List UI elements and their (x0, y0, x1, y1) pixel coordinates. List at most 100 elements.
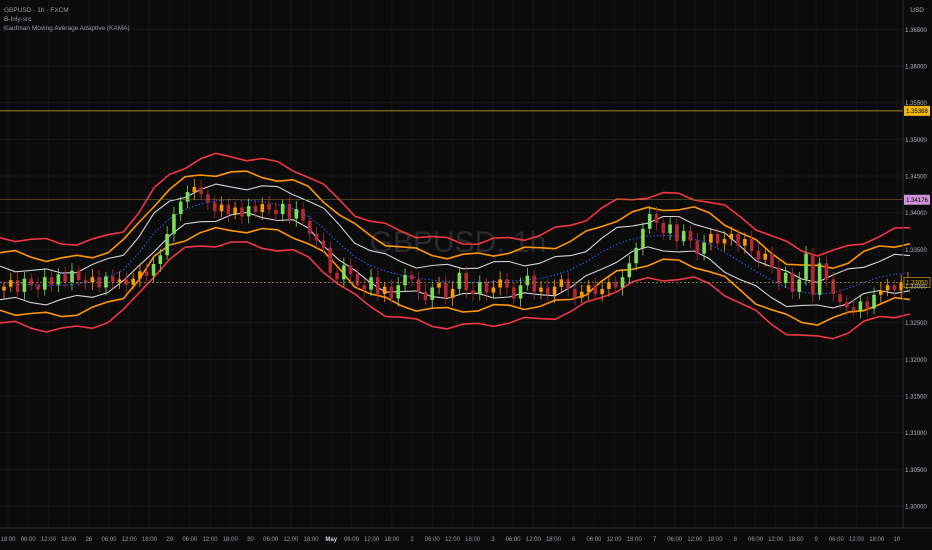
y-tick-label: 1.36000 (905, 65, 927, 71)
candle-body (403, 275, 407, 286)
candle-body (566, 279, 570, 289)
y-tick-label: 1.30500 (905, 468, 927, 474)
candle-body (736, 233, 740, 246)
x-tick-label: 12:00 (364, 537, 380, 543)
candle-body (212, 202, 217, 212)
x-tick-label: 12:00 (41, 537, 57, 543)
candle-body (749, 239, 754, 251)
candle-body (879, 290, 883, 295)
candle-body (770, 253, 774, 268)
candle-body (661, 222, 666, 234)
candle-body (192, 187, 197, 193)
candle-body (396, 285, 401, 299)
candle-body (845, 302, 849, 308)
candle-body (532, 275, 536, 292)
candle-body (518, 285, 523, 299)
candle-body (42, 277, 47, 290)
symbol-title[interactable]: GBPUSD · 1h · FXCM (4, 6, 130, 15)
candle-body (457, 272, 462, 289)
y-tick-label: 1.31500 (905, 395, 927, 401)
candle-body (369, 277, 373, 290)
candle-body (695, 240, 700, 254)
candle-body (423, 291, 428, 300)
candle-body (124, 279, 129, 285)
candle-body (151, 264, 156, 276)
x-tick-label: 18:00 (61, 537, 77, 543)
candle-body (430, 287, 435, 300)
y-tick-label: 1.34000 (905, 211, 927, 217)
price-tag-label: 1.35388 (906, 109, 928, 115)
x-tick-label: 12:00 (607, 537, 623, 543)
chart-legend: GBPUSD · 1h · FXCM B-Inly-src Kaufman Mo… (4, 6, 130, 33)
candle-body (600, 288, 604, 295)
y-tick-label: 1.35500 (905, 101, 927, 107)
price-chart[interactable]: GBPUSD, 1h 1.353881.341761.33050 1.36500… (0, 0, 932, 550)
candle-body (172, 214, 176, 234)
candle-body (110, 276, 115, 283)
x-tick-label: 12:00 (122, 537, 138, 543)
x-tick-label: 06:00 (21, 537, 37, 543)
candle-body (688, 231, 693, 241)
candle-body (321, 240, 326, 248)
candle-body (851, 307, 856, 311)
candle-body (491, 287, 496, 293)
candle-body (641, 228, 645, 248)
candle-body (376, 277, 380, 295)
candle-body (226, 204, 231, 215)
x-tick-label: 18:00 (304, 537, 320, 543)
y-tick-label: 1.31000 (905, 431, 927, 437)
x-tick-label: 06:00 (344, 537, 360, 543)
y-tick-label: 1.30000 (905, 505, 927, 511)
indicator-source-label[interactable]: B-Inly-src (4, 15, 130, 24)
candle-body (410, 275, 414, 280)
candle-body (348, 265, 353, 275)
candle-body (76, 270, 81, 281)
x-tick-label: 18:00 (384, 537, 400, 543)
candle-body (654, 214, 659, 223)
x-tick-label: 10 (894, 537, 901, 543)
candle-body (342, 265, 346, 280)
candle-body (681, 231, 686, 242)
x-tick-label: 12:00 (768, 537, 784, 543)
candle-body (627, 263, 632, 278)
candle-body (104, 276, 108, 288)
x-tick-label: 12:00 (849, 537, 865, 543)
candle-body (579, 291, 584, 298)
indicator-kama-label[interactable]: Kaufman Moving Average Adaptive (KAMA) (4, 24, 130, 33)
x-tick-label: 06:00 (748, 537, 764, 543)
candle-body (511, 287, 516, 299)
currency-label[interactable]: USD (910, 7, 924, 14)
x-tick-label: 30 (247, 537, 254, 543)
x-tick-label: 12:00 (283, 537, 299, 543)
candle-body (117, 279, 122, 283)
x-tick-label: 18:00 (627, 537, 643, 543)
candle-body (70, 270, 74, 283)
x-tick-label: 06:00 (425, 537, 441, 543)
y-tick-label: 1.33500 (905, 248, 927, 254)
candle-body (783, 272, 788, 284)
candle-body (144, 271, 149, 276)
candle-body (56, 274, 61, 285)
candle-body (593, 285, 598, 295)
candle-body (763, 253, 768, 260)
candle-body (613, 282, 618, 288)
x-tick-label: 18:00 (0, 537, 16, 543)
candle-body (545, 287, 550, 295)
candle-body (314, 233, 319, 241)
x-tick-label: 18:00 (788, 537, 804, 543)
candle-body (90, 277, 95, 283)
y-tick-label: 1.34500 (905, 175, 927, 181)
candle-body (505, 279, 509, 288)
x-tick-label: 12:00 (526, 537, 542, 543)
candle-body (498, 279, 502, 288)
candle-body (199, 187, 203, 195)
candle-body (437, 283, 441, 288)
x-tick-label: 06:00 (182, 537, 198, 543)
candle-body (280, 203, 285, 215)
candle-body (797, 279, 802, 292)
x-tick-label: 18:00 (142, 537, 158, 543)
candle-body (729, 233, 734, 240)
candle-body (824, 263, 829, 280)
candle-body (382, 286, 387, 295)
candle-body (647, 214, 652, 229)
